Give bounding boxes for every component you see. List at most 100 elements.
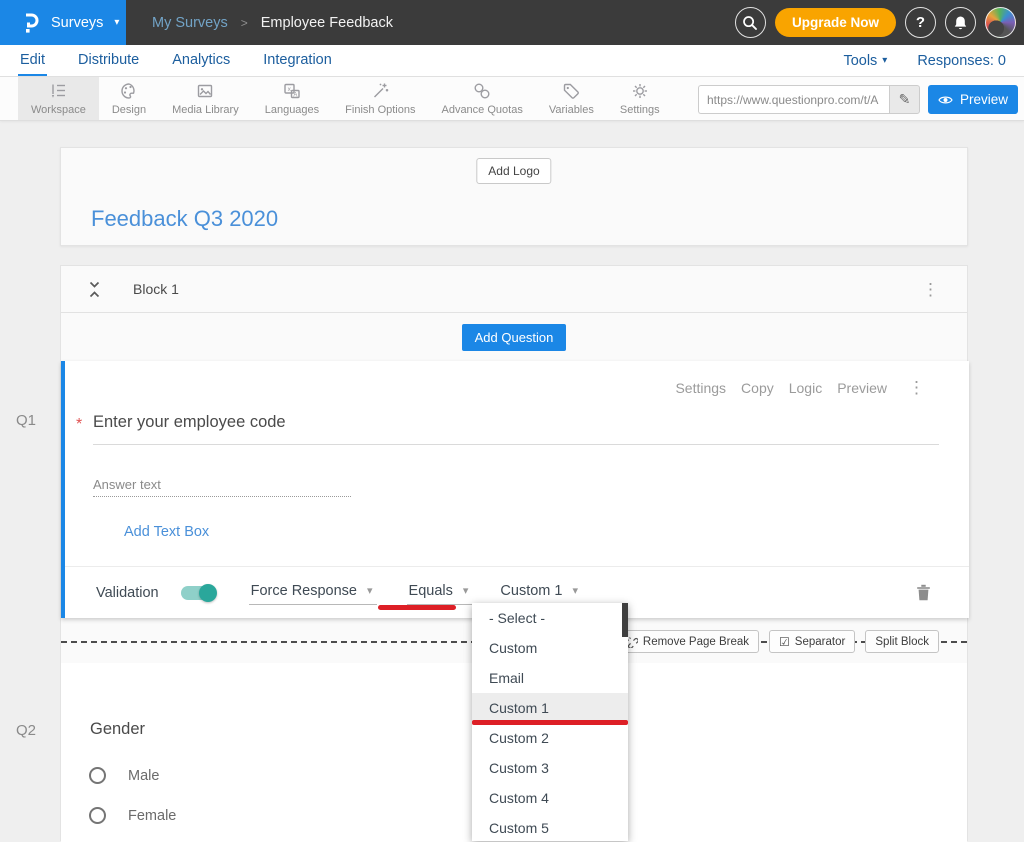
add-logo-button[interactable]: Add Logo: [476, 158, 551, 184]
question-menu-kebab-icon[interactable]: ⋮: [908, 379, 925, 396]
add-question-button[interactable]: Add Question: [462, 324, 567, 351]
bell-icon: [953, 15, 968, 31]
question-card-q1: Settings Copy Logic Preview ⋮ * Enter yo…: [61, 361, 969, 618]
question-number-q2: Q2: [16, 722, 36, 739]
avatar[interactable]: [985, 7, 1016, 38]
question-text[interactable]: Gender: [90, 720, 145, 739]
dropdown-option[interactable]: Custom 4: [472, 783, 628, 813]
dropdown-option[interactable]: - Select -: [472, 603, 628, 633]
edit-url-button[interactable]: ✎: [889, 85, 920, 114]
question-logic-link[interactable]: Logic: [789, 380, 822, 396]
workspace-icon: [48, 81, 68, 101]
block-title[interactable]: Block 1: [133, 281, 179, 297]
checkbox-checked-icon: ☑: [779, 635, 790, 649]
dropdown-option[interactable]: Email: [472, 663, 628, 693]
validation-toggle[interactable]: [181, 586, 215, 600]
answer-option-female[interactable]: Female: [89, 807, 176, 824]
question-settings-link[interactable]: Settings: [675, 380, 726, 396]
preview-button[interactable]: Preview: [928, 85, 1018, 114]
dropdown-option[interactable]: Custom: [472, 633, 628, 663]
answer-option-male[interactable]: Male: [89, 767, 159, 784]
toolbar-item-label: Variables: [549, 104, 594, 116]
chevron-down-icon: ▾: [572, 584, 578, 597]
dropdown-option[interactable]: Custom 2: [472, 723, 628, 753]
split-block-button[interactable]: Split Block: [865, 630, 939, 653]
toolbar-item-media-library[interactable]: Media Library: [159, 77, 252, 120]
separator-button[interactable]: ☑ Separator: [769, 630, 855, 653]
dropdown-option[interactable]: Custom 3: [472, 753, 628, 783]
survey-title[interactable]: Feedback Q3 2020: [91, 206, 278, 232]
tab-distribute[interactable]: Distribute: [76, 45, 141, 76]
tab-analytics[interactable]: Analytics: [170, 45, 232, 76]
force-response-value: Force Response: [251, 583, 357, 599]
pencil-icon: ✎: [899, 91, 911, 108]
split-block-label: Split Block: [875, 636, 929, 648]
question-copy-link[interactable]: Copy: [741, 380, 774, 396]
block-menu-kebab-icon[interactable]: ⋮: [922, 281, 939, 298]
editor-toolbar: Workspace Design Media Library x A Langu…: [0, 77, 1024, 121]
toolbar-item-settings[interactable]: Settings: [607, 77, 673, 120]
toolbar-item-label: Media Library: [172, 104, 239, 116]
nav-right: Tools ▾ Responses: 0: [843, 45, 1006, 76]
toolbar-item-label: Languages: [265, 104, 319, 116]
toolbar-item-label: Finish Options: [345, 104, 415, 116]
toolbar-item-languages[interactable]: x A Languages: [252, 77, 332, 120]
add-question-row: Add Question: [61, 313, 967, 361]
tab-edit[interactable]: Edit: [18, 45, 47, 76]
help-button[interactable]: ?: [905, 7, 936, 38]
search-icon: [742, 15, 758, 31]
add-text-box-link[interactable]: Add Text Box: [124, 524, 209, 540]
dropdown-scrollbar-thumb[interactable]: [622, 603, 628, 637]
remove-page-break-button[interactable]: Remove Page Break: [616, 630, 759, 653]
answer-text-input[interactable]: [93, 473, 351, 497]
product-switcher-label: Surveys: [51, 15, 103, 31]
responses-count[interactable]: Responses: 0: [917, 53, 1006, 69]
force-response-select[interactable]: Force Response ▾: [249, 581, 377, 605]
validation-label: Validation: [96, 585, 159, 601]
question-actions: Settings Copy Logic Preview ⋮: [675, 379, 925, 396]
notifications-button[interactable]: [945, 7, 976, 38]
help-icon: ?: [916, 14, 925, 31]
survey-nav: Edit Distribute Analytics Integration To…: [0, 45, 1024, 77]
toolbar-item-advance-quotas[interactable]: Advance Quotas: [428, 77, 535, 120]
question-number-q1: Q1: [16, 412, 36, 429]
dropdown-option-selected[interactable]: Custom 1: [472, 693, 628, 723]
question-preview-link[interactable]: Preview: [837, 380, 887, 396]
question-text-underline: [93, 444, 939, 445]
content-type-select[interactable]: Custom 1 ▾: [498, 581, 582, 605]
app-logo-area[interactable]: Surveys ▾: [0, 0, 126, 45]
question-text[interactable]: Enter your employee code: [93, 413, 286, 432]
tools-dropdown[interactable]: Tools ▾: [843, 53, 887, 69]
eye-icon: [938, 95, 953, 105]
radio-icon[interactable]: [89, 807, 106, 824]
radio-icon[interactable]: [89, 767, 106, 784]
chevron-down-icon: ▾: [114, 17, 119, 28]
operator-select[interactable]: Equals ▾: [407, 581, 473, 605]
chevron-down-icon: ▾: [463, 584, 469, 597]
collapse-block-icon[interactable]: [89, 281, 100, 298]
links-icon: [472, 81, 492, 101]
required-asterisk: *: [76, 416, 82, 434]
search-button[interactable]: [735, 7, 766, 38]
toolbar-item-finish-options[interactable]: Finish Options: [332, 77, 428, 120]
chevron-down-icon: ▾: [882, 55, 887, 66]
upgrade-now-button[interactable]: Upgrade Now: [775, 8, 896, 37]
preview-label: Preview: [960, 92, 1008, 107]
toolbar-item-label: Workspace: [31, 104, 86, 116]
toolbar-item-design[interactable]: Design: [99, 77, 159, 120]
annotation-underline-equals: [378, 605, 456, 610]
dropdown-option[interactable]: Custom 5: [472, 813, 628, 841]
answer-option-label: Female: [128, 808, 176, 824]
operator-value: Equals: [409, 583, 453, 599]
toolbar-item-label: Design: [112, 104, 146, 116]
breadcrumb-my-surveys[interactable]: My Surveys: [152, 15, 228, 31]
toolbar-item-variables[interactable]: Variables: [536, 77, 607, 120]
questionpro-logo-icon: [20, 11, 40, 35]
separator-label: Separator: [795, 636, 846, 648]
survey-header-card: Add Logo Feedback Q3 2020: [60, 147, 968, 246]
survey-url-input[interactable]: [698, 85, 889, 114]
survey-url-group: ✎: [698, 85, 920, 114]
toolbar-item-workspace[interactable]: Workspace: [18, 77, 99, 120]
delete-validation-trash-icon[interactable]: [916, 584, 931, 601]
tab-integration[interactable]: Integration: [261, 45, 334, 76]
